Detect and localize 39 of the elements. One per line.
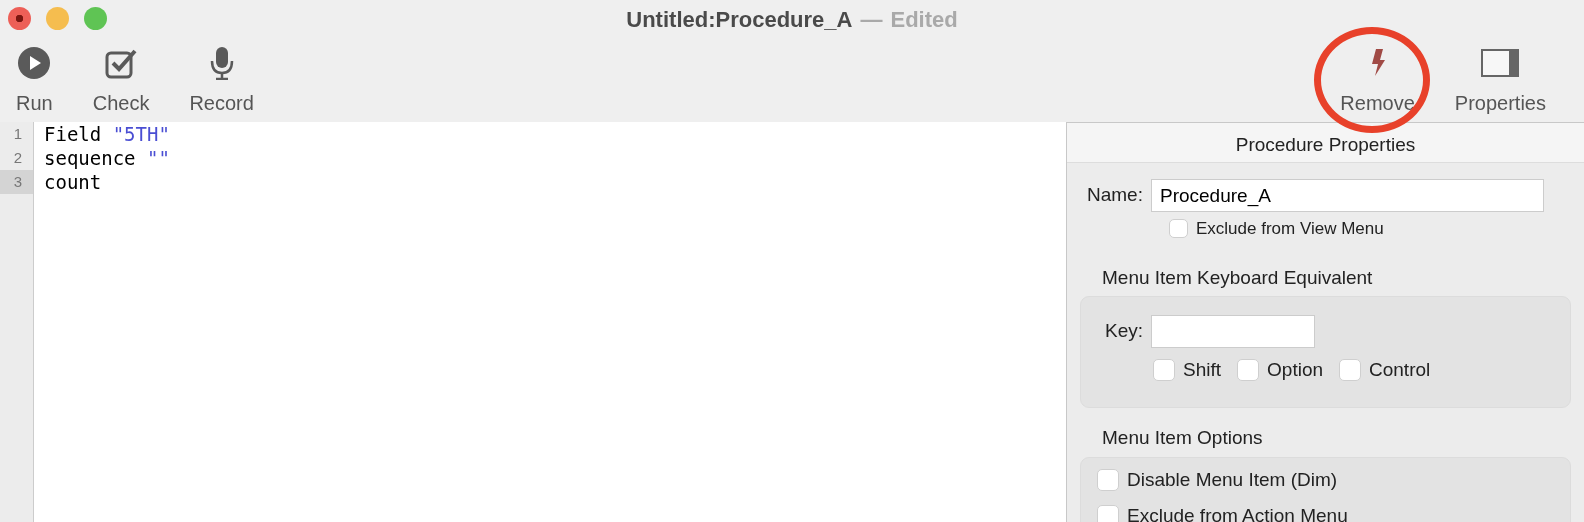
checkbox-label: Control (1369, 358, 1431, 382)
checkbox[interactable] (1169, 219, 1188, 239)
checkbox[interactable] (1339, 359, 1361, 382)
checkbox[interactable] (1237, 359, 1260, 382)
panel-header: Procedure Properties (1067, 123, 1584, 163)
line-number: 3 (0, 170, 33, 194)
key-field[interactable] (1151, 315, 1316, 348)
title-separator: — (860, 5, 883, 34)
close-button[interactable] (8, 7, 31, 30)
minimize-button[interactable] (46, 7, 69, 30)
toolbar-button[interactable]: Run (8, 46, 61, 118)
checkbox-label: Shift (1183, 358, 1222, 382)
field-label: Name: (1087, 183, 1143, 208)
code-line: Field "5TH" (43, 122, 171, 146)
checkbox-label: Disable Menu Item (Dim) (1127, 467, 1338, 492)
checkbox-label: Exclude from View Menu (1196, 218, 1384, 240)
play-icon (17, 46, 52, 80)
toolbar-button[interactable]: Check (84, 46, 158, 118)
toolbar-button[interactable]: Remove (1332, 46, 1423, 118)
checkbox[interactable] (1153, 359, 1175, 382)
section-title: Menu Item Keyboard Equivalent (1101, 265, 1374, 290)
checkbox[interactable] (1097, 468, 1119, 491)
checkbox[interactable] (1097, 505, 1119, 522)
toolbar-button[interactable]: Record (181, 46, 262, 118)
edited-status: Edited (890, 5, 958, 34)
code-line: sequence "" (43, 146, 171, 170)
name-field[interactable]: Procedure_A (1150, 179, 1544, 212)
microphone-icon (209, 46, 234, 80)
checkbox-label: Option (1267, 358, 1323, 382)
checkbox-label: Exclude from Action Menu (1127, 504, 1348, 522)
window-title: Untitled:Procedure_A (626, 5, 853, 34)
section-title: Menu Item Options (1101, 426, 1264, 450)
field-label: Key: (1105, 319, 1144, 344)
code-line: count (43, 170, 103, 194)
line-number: 2 (12, 148, 23, 168)
toolbar-button[interactable]: Properties (1446, 46, 1554, 118)
zoom-button[interactable] (84, 7, 107, 30)
line-number: 1 (12, 124, 23, 144)
sidebar-icon (1480, 46, 1521, 80)
